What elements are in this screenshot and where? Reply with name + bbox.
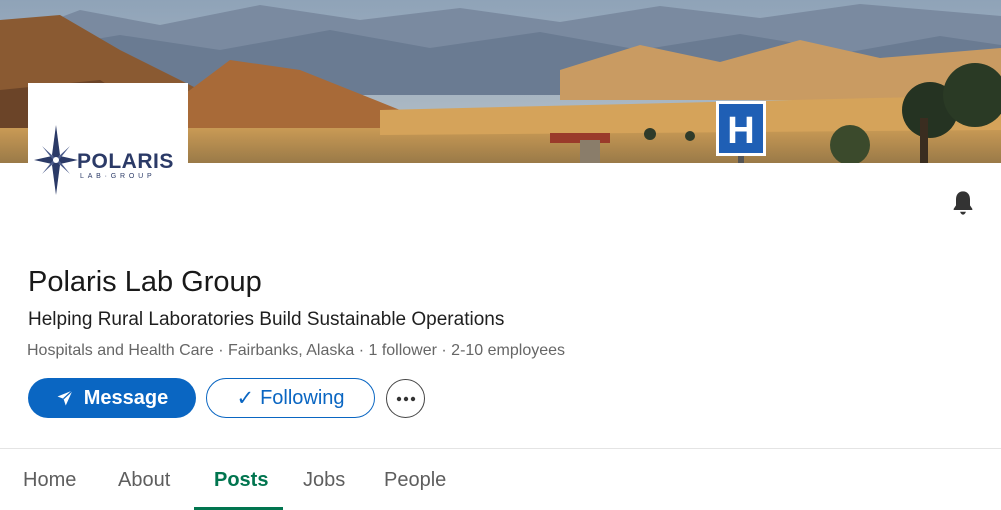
company-tagline: Helping Rural Laboratories Build Sustain… xyxy=(28,309,505,330)
tab-about[interactable]: About xyxy=(118,469,170,492)
company-logo[interactable]: POLARIS LAB·GROUP xyxy=(28,83,188,196)
bell-icon xyxy=(953,191,973,215)
ellipsis-icon xyxy=(396,396,415,401)
following-button[interactable]: ✓ Following xyxy=(206,378,375,418)
tab-posts[interactable]: Posts xyxy=(214,469,268,492)
compass-star-icon xyxy=(34,125,78,195)
logo-subtitle: LAB·GROUP xyxy=(80,173,156,180)
notification-bell-button[interactable] xyxy=(946,186,980,220)
tab-home[interactable]: Home xyxy=(23,469,76,492)
hospital-sign-letter: H xyxy=(727,110,754,152)
company-meta: Hospitals and Health Care · Fairbanks, A… xyxy=(27,342,566,359)
check-icon: ✓ xyxy=(236,386,255,410)
page-tabs: Home About Posts Jobs People xyxy=(0,449,1001,510)
tab-people[interactable]: People xyxy=(384,469,446,492)
more-options-button[interactable] xyxy=(386,379,425,418)
logo-wordmark: POLARIS xyxy=(77,150,174,173)
message-button-label: Message xyxy=(83,386,169,409)
following-button-label: Following xyxy=(260,386,345,409)
message-button[interactable]: Message xyxy=(28,378,196,418)
send-icon xyxy=(57,390,73,406)
tab-jobs[interactable]: Jobs xyxy=(303,469,345,492)
company-name: Polaris Lab Group xyxy=(28,266,262,298)
